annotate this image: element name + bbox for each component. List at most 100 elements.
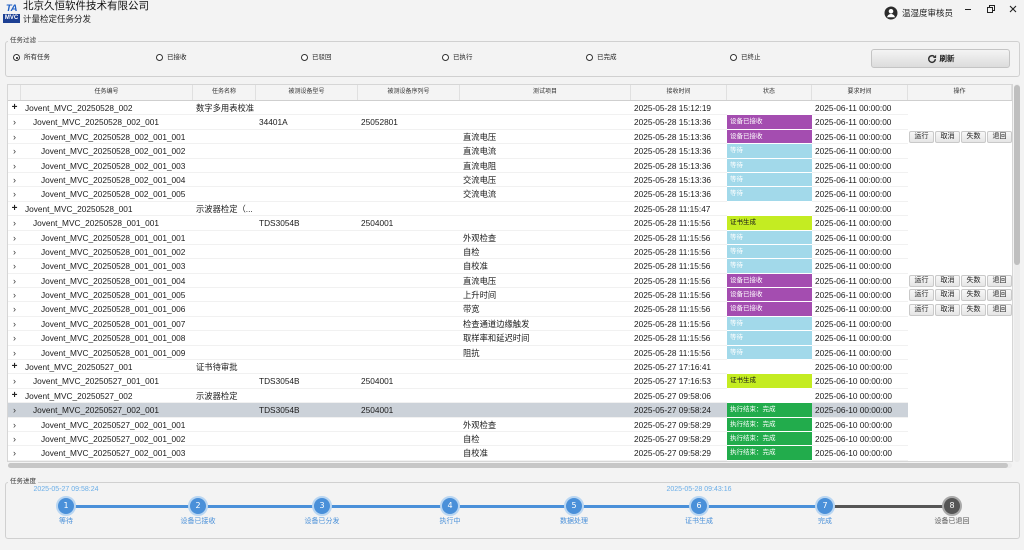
filter-option-4[interactable]: 已执行 bbox=[442, 53, 473, 62]
test-item-row[interactable]: › Jovent_MVC_20250528_002_001_002 直流电流 2025… bbox=[8, 144, 1012, 159]
test-item-row[interactable]: › Jovent_MVC_20250528_001_001_009 阻抗 2025-0… bbox=[8, 345, 1012, 361]
test-item-row[interactable]: › Jovent_MVC_20250527_002_001_001 外观检查 2025… bbox=[8, 417, 1012, 432]
device-task-row[interactable]: › Jovent_MVC_20250528_001_001 TDS3054B 2504… bbox=[8, 216, 1012, 231]
column-header-test-item[interactable]: 测试项目 bbox=[460, 85, 631, 100]
radio-button[interactable] bbox=[156, 54, 163, 61]
column-header-required-time[interactable]: 要求时间 bbox=[812, 85, 908, 100]
test-item-row[interactable]: › Jovent_MVC_20250528_001_001_007 检查通道边缘触发… bbox=[8, 316, 1012, 332]
vertical-scrollbar-thumb[interactable] bbox=[1014, 85, 1020, 265]
step-circle-7[interactable]: 7 bbox=[815, 496, 835, 516]
step-circle-6[interactable]: 6 bbox=[689, 496, 709, 516]
filter-option-1[interactable]: 所有任务 bbox=[13, 53, 50, 62]
test-item-row[interactable]: › Jovent_MVC_20250528_002_001_003 直流电阻 2025… bbox=[8, 158, 1012, 173]
chevron-right-icon[interactable]: › bbox=[8, 288, 21, 303]
column-header-receive-time[interactable]: 接收时间 bbox=[631, 85, 727, 100]
chevron-right-icon[interactable]: › bbox=[8, 374, 21, 389]
radio-button[interactable] bbox=[301, 54, 308, 61]
filter-option-3[interactable]: 已驳回 bbox=[301, 53, 332, 62]
test-item-row[interactable]: › Jovent_MVC_20250528_002_001_001 直流电压 2025… bbox=[8, 129, 1012, 145]
chevron-right-icon[interactable]: › bbox=[8, 302, 21, 317]
cancel-button[interactable]: 取消 bbox=[935, 130, 960, 143]
radio-button[interactable] bbox=[730, 54, 737, 61]
cancel-button[interactable]: 取消 bbox=[935, 303, 960, 316]
expand-plus-icon[interactable]: + bbox=[8, 202, 21, 217]
test-item-row[interactable]: › Jovent_MVC_20250527_002_001_002 自检 2025-0… bbox=[8, 431, 1012, 447]
task-group-row[interactable]: + Jovent_MVC_20250528_001 示波器检定（... 2025-05… bbox=[8, 202, 1012, 217]
device-task-row[interactable]: › Jovent_MVC_20250528_002_001 34401A 250528… bbox=[8, 115, 1012, 130]
expand-plus-icon[interactable]: + bbox=[8, 101, 21, 116]
chevron-right-icon[interactable]: › bbox=[8, 187, 21, 202]
step-circle-1[interactable]: 1 bbox=[56, 496, 76, 516]
test-item-row[interactable]: › Jovent_MVC_20250528_002_001_004 交流电压 2025… bbox=[8, 172, 1012, 188]
filter-option-6[interactable]: 已终止 bbox=[730, 53, 761, 62]
test-item-row[interactable]: › Jovent_MVC_20250528_001_001_004 直流电压 2025… bbox=[8, 273, 1012, 289]
fail-button[interactable]: 失数 bbox=[961, 130, 986, 143]
chevron-right-icon[interactable]: › bbox=[8, 173, 21, 188]
restore-button[interactable] bbox=[984, 3, 998, 15]
column-header-status[interactable]: 状态 bbox=[727, 85, 812, 100]
step-circle-5[interactable]: 5 bbox=[564, 496, 584, 516]
return-button[interactable]: 退回 bbox=[987, 130, 1012, 143]
return-button[interactable]: 退回 bbox=[987, 303, 1012, 316]
step-circle-4[interactable]: 4 bbox=[440, 496, 460, 516]
step-circle-3[interactable]: 3 bbox=[312, 496, 332, 516]
column-header-device-serial[interactable]: 被测设备序列号 bbox=[358, 85, 460, 100]
refresh-button[interactable]: 刷新 bbox=[871, 49, 1010, 68]
user-menu[interactable]: 温湿度审核员 bbox=[884, 5, 958, 21]
test-item-row[interactable]: › Jovent_MVC_20250528_001_001_001 外观检查 2025… bbox=[8, 230, 1012, 245]
chevron-right-icon[interactable]: › bbox=[8, 231, 21, 245]
run-button[interactable]: 运行 bbox=[909, 130, 934, 143]
cancel-button[interactable]: 取消 bbox=[935, 274, 960, 287]
test-item-row[interactable]: › Jovent_MVC_20250527_002_001_003 自校准 2025-… bbox=[8, 446, 1012, 461]
close-button[interactable] bbox=[1006, 3, 1020, 15]
user-name[interactable]: 温湿度审核员 bbox=[902, 7, 953, 19]
test-item-row[interactable]: › Jovent_MVC_20250528_001_001_005 上升时间 2025… bbox=[8, 288, 1012, 303]
expand-plus-icon[interactable]: + bbox=[8, 360, 21, 375]
device-task-row[interactable]: › Jovent_MVC_20250527_002_001 TDS3054B 2504… bbox=[8, 403, 1012, 418]
user-icon[interactable] bbox=[884, 6, 898, 20]
chevron-right-icon[interactable]: › bbox=[8, 245, 21, 260]
chevron-right-icon[interactable]: › bbox=[8, 346, 21, 361]
chevron-right-icon[interactable]: › bbox=[8, 144, 21, 159]
chevron-right-icon[interactable]: › bbox=[8, 259, 21, 274]
horizontal-scrollbar[interactable] bbox=[8, 463, 1012, 468]
test-item-row[interactable]: › Jovent_MVC_20250528_001_001_002 自检 2025-0… bbox=[8, 244, 1012, 260]
chevron-right-icon[interactable]: › bbox=[8, 159, 21, 173]
chevron-right-icon[interactable]: › bbox=[8, 432, 21, 447]
column-header-task-name[interactable]: 任务名称 bbox=[193, 85, 256, 100]
chevron-right-icon[interactable]: › bbox=[8, 115, 21, 130]
chevron-right-icon[interactable]: › bbox=[8, 274, 21, 289]
run-button[interactable]: 运行 bbox=[909, 274, 934, 287]
minimize-button[interactable] bbox=[961, 3, 975, 15]
chevron-right-icon[interactable]: › bbox=[8, 130, 21, 145]
chevron-right-icon[interactable]: › bbox=[8, 331, 21, 346]
return-button[interactable]: 退回 bbox=[987, 274, 1012, 287]
vertical-scrollbar[interactable] bbox=[1014, 84, 1020, 462]
step-circle-2[interactable]: 2 bbox=[188, 496, 208, 516]
horizontal-scrollbar-thumb[interactable] bbox=[8, 463, 1008, 468]
chevron-right-icon[interactable]: › bbox=[8, 418, 21, 432]
column-header-actions[interactable]: 操作 bbox=[908, 85, 1012, 100]
cancel-button[interactable]: 取消 bbox=[935, 289, 960, 302]
chevron-right-icon[interactable]: › bbox=[8, 317, 21, 332]
device-task-row[interactable]: › Jovent_MVC_20250527_001_001 TDS3054B 2504… bbox=[8, 374, 1012, 389]
radio-button[interactable] bbox=[13, 54, 20, 61]
run-button[interactable]: 运行 bbox=[909, 289, 934, 302]
fail-button[interactable]: 失数 bbox=[961, 274, 986, 287]
column-header-device-model[interactable]: 被测设备型号 bbox=[256, 85, 358, 100]
chevron-right-icon[interactable]: › bbox=[8, 403, 21, 418]
task-group-row[interactable]: + Jovent_MVC_20250528_002 数字多用表校准 2025-05-2… bbox=[8, 101, 1012, 116]
test-item-row[interactable]: › Jovent_MVC_20250528_002_001_005 交流电流 2025… bbox=[8, 187, 1012, 202]
expand-plus-icon[interactable]: + bbox=[8, 389, 21, 404]
column-header-task-id[interactable]: 任务编号 bbox=[21, 85, 193, 100]
radio-button[interactable] bbox=[442, 54, 449, 61]
test-item-row[interactable]: › Jovent_MVC_20250528_001_001_008 取样率和延迟时间… bbox=[8, 331, 1012, 346]
task-group-row[interactable]: + Jovent_MVC_20250527_001 证书待审批 2025-05-27 … bbox=[8, 360, 1012, 375]
return-button[interactable]: 退回 bbox=[987, 289, 1012, 302]
task-group-row[interactable]: + Jovent_MVC_20250527_002 示波器检定 2025-05-27 … bbox=[8, 389, 1012, 404]
fail-button[interactable]: 失数 bbox=[961, 303, 986, 316]
chevron-right-icon[interactable]: › bbox=[8, 446, 21, 461]
filter-option-5[interactable]: 已完成 bbox=[586, 53, 617, 62]
chevron-right-icon[interactable]: › bbox=[8, 216, 21, 231]
test-item-row[interactable]: › Jovent_MVC_20250528_001_001_006 带宽 2025-0… bbox=[8, 302, 1012, 317]
